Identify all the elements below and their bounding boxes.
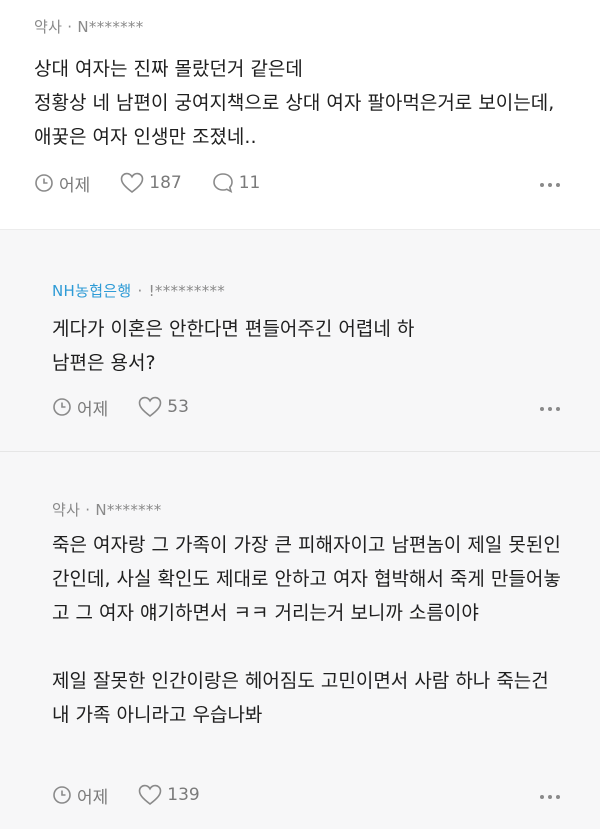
timestamp-text: 어제 (77, 787, 109, 808)
heart-icon (138, 784, 162, 806)
comment-body: 죽은 여자랑 그 가족이 가장 큰 피해자이고 남편놈이 제일 못된인간인데, … (52, 534, 561, 726)
comment-author[interactable]: 약사 · N******* (52, 499, 162, 520)
comment-1: 약사 · N******* 상대 여자는 진짜 몰랐던거 같은데 정황상 네 남… (0, 0, 600, 230)
clock-icon (53, 398, 71, 416)
heart-icon (120, 172, 144, 194)
user-name: !********* (148, 282, 226, 300)
clock-icon (35, 174, 53, 192)
like-button[interactable]: 187 (120, 172, 182, 194)
comment-2: NH농협은행 · !********* 게다가 이혼은 안한다면 편들어주긴 어렵네… (0, 230, 600, 452)
more-dots-icon[interactable] (540, 407, 560, 413)
like-count: 53 (167, 397, 189, 417)
comment-body: 상대 여자는 진짜 몰랐던거 같은데 정황상 네 남편이 궁여지책으로 상대 여… (34, 58, 555, 148)
like-button[interactable]: 139 (138, 784, 200, 806)
timestamp: 어제 (34, 171, 90, 196)
like-button[interactable]: 53 (138, 396, 189, 418)
like-count: 187 (149, 173, 182, 193)
reply-count: 11 (238, 173, 261, 193)
timestamp-text: 어제 (59, 175, 91, 196)
comment-meta: 어제 187 11 (34, 169, 290, 197)
speech-bubble-icon (212, 173, 233, 194)
comment-body: 게다가 이혼은 안한다면 편들어주긴 어렵네 하 남편은 용서? (52, 318, 415, 374)
more-dots-icon[interactable] (540, 183, 560, 189)
comment-author[interactable]: NH농협은행 · !********* (52, 280, 225, 301)
comment-3: 약사 · N******* 죽은 여자랑 그 가족이 가장 큰 피해자이고 남편… (0, 452, 600, 829)
timestamp-text: 어제 (77, 399, 109, 420)
like-count: 139 (167, 785, 200, 805)
heart-icon (138, 396, 162, 418)
reply-button[interactable]: 11 (212, 172, 261, 194)
comment-meta: 어제 139 (52, 781, 230, 809)
more-dots-icon[interactable] (540, 795, 560, 801)
clock-icon (53, 786, 71, 804)
timestamp: 어제 (52, 395, 108, 420)
company-name[interactable]: NH농협은행 (52, 282, 132, 300)
separator: · (137, 282, 143, 300)
comment-author[interactable]: 약사 · N******* (34, 16, 144, 37)
comment-meta: 어제 53 (52, 393, 219, 421)
timestamp: 어제 (52, 783, 108, 808)
